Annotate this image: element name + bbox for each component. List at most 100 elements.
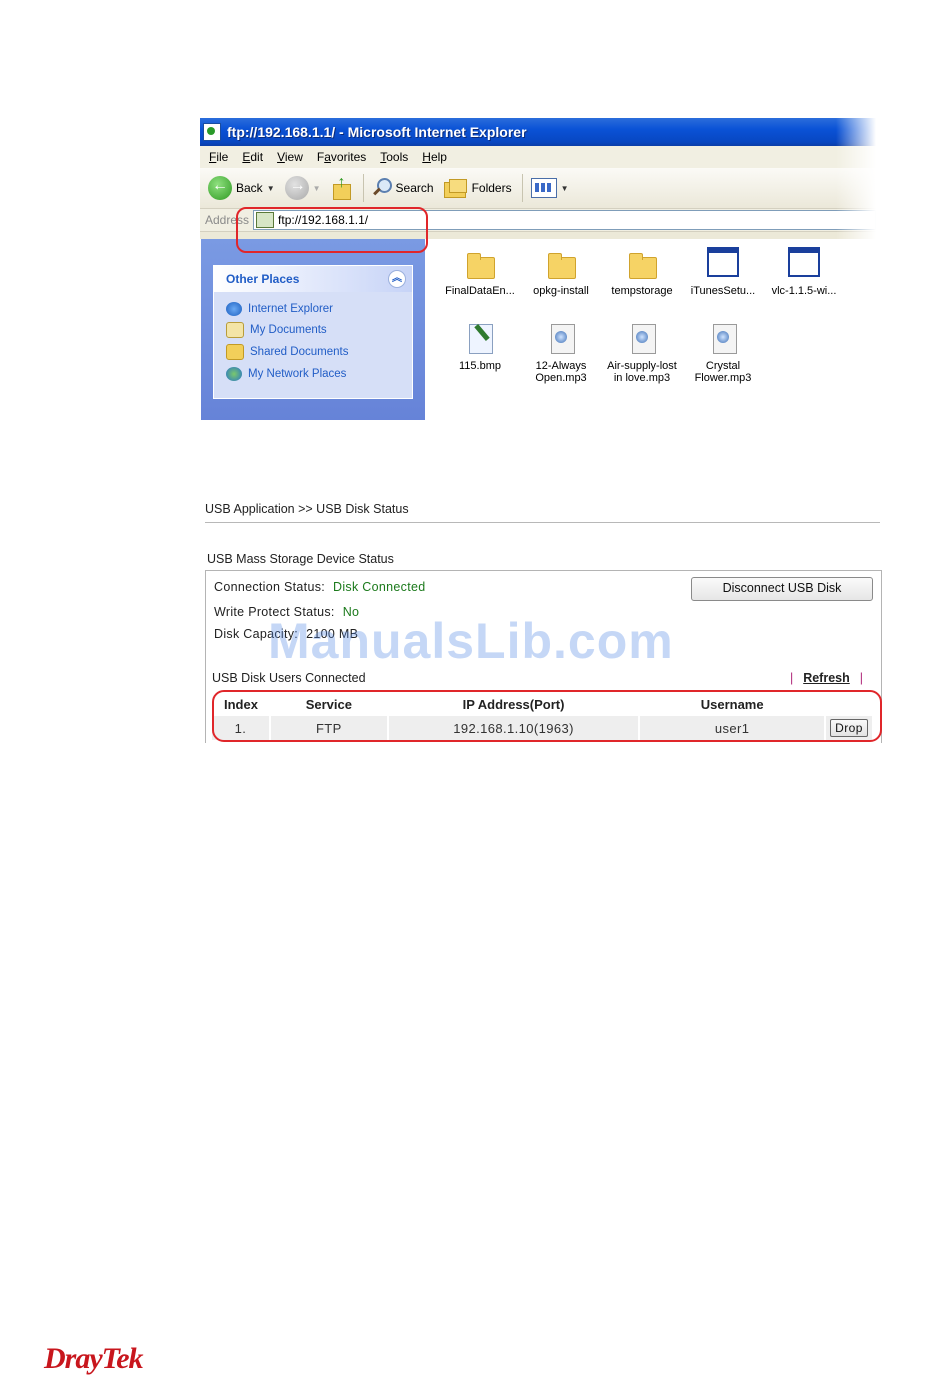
views-icon (530, 178, 557, 198)
file-name: Air-supply-lost in love.mp3 (607, 360, 677, 384)
file-name: vlc-1.1.5-wi... (771, 285, 837, 297)
place-label: Shared Documents (250, 345, 349, 358)
folders-icon (443, 178, 468, 198)
back-label: Back (236, 181, 263, 195)
explorer-content: Other Places ︽ Internet Explorer My Docu… (200, 239, 876, 420)
menu-file[interactable]: File (209, 150, 228, 164)
toolbar-separator (521, 174, 523, 202)
up-folder-icon (331, 174, 353, 200)
file-name: 115.bmp (459, 360, 501, 372)
disconnect-usb-button[interactable]: Disconnect USB Disk (691, 577, 873, 601)
file-item[interactable]: FinalDataEn... (440, 247, 520, 297)
folder-icon (463, 247, 497, 281)
search-icon (372, 178, 392, 198)
network-places-icon (226, 366, 242, 381)
menu-edit-rest: dit (250, 150, 264, 164)
search-button[interactable]: Search (372, 178, 434, 198)
search-label: Search (395, 181, 434, 195)
other-places-header[interactable]: Other Places ︽ (214, 266, 412, 292)
table-highlight (212, 690, 882, 742)
mp3-icon (544, 322, 578, 356)
menu-tools[interactable]: Tools (380, 150, 408, 164)
file-item[interactable]: Air-supply-lost in love.mp3 (602, 322, 682, 384)
file-item[interactable]: 12-Always Open.mp3 (521, 322, 601, 384)
mp3-icon (706, 322, 740, 356)
ftp-folder-icon (203, 123, 221, 141)
menu-view-rest: iew (284, 150, 303, 164)
connection-status-row: Connection Status: Disk Connected (214, 580, 425, 594)
file-item[interactable]: opkg-install (521, 247, 601, 297)
file-name: 12-Always Open.mp3 (535, 360, 587, 384)
refresh-separator: | (859, 671, 863, 685)
draytek-logo: DrayTek (44, 1342, 144, 1375)
back-dropdown-icon[interactable]: ▼ (267, 184, 275, 193)
place-shared-documents[interactable]: Shared Documents (226, 341, 412, 363)
folder-icon (625, 247, 659, 281)
menu-edit[interactable]: Edit (242, 150, 263, 164)
folders-label: Folders (471, 181, 512, 195)
file-name: tempstorage (611, 285, 673, 297)
place-label: My Documents (250, 324, 327, 337)
mp3-icon (625, 322, 659, 356)
up-button[interactable] (331, 174, 353, 200)
menu-help[interactable]: Help (422, 150, 447, 164)
other-places-title: Other Places (226, 272, 300, 286)
views-dropdown-icon: ▼ (560, 183, 569, 193)
refresh-area: | Refresh | (780, 671, 873, 685)
file-item[interactable]: 115.bmp (440, 322, 520, 372)
toolbar-separator (362, 174, 364, 202)
section-title: USB Mass Storage Device Status (207, 552, 394, 566)
address-highlight (236, 207, 428, 253)
place-label: My Network Places (248, 367, 347, 380)
place-label: Internet Explorer (248, 302, 334, 315)
users-title: USB Disk Users Connected (212, 671, 366, 685)
file-name: iTunesSetu... (690, 285, 756, 297)
divider (205, 522, 880, 523)
back-button[interactable]: Back ▼ (208, 176, 275, 200)
connection-status-label: Connection Status: (214, 580, 326, 594)
file-item[interactable]: tempstorage (602, 247, 682, 297)
window-title: ftp://192.168.1.1/ - Microsoft Internet … (227, 124, 527, 140)
forward-dropdown-icon[interactable]: ▼ (313, 184, 321, 193)
menu-file-rest: ile (216, 150, 229, 164)
shared-documents-icon (226, 343, 244, 360)
watermark: ManualsLib.com (268, 613, 674, 669)
file-item[interactable]: Crystal Flower.mp3 (683, 322, 763, 384)
place-my-documents[interactable]: My Documents (226, 320, 412, 342)
collapse-chevron-icon[interactable]: ︽ (388, 270, 406, 288)
my-documents-icon (226, 322, 244, 339)
menu-favorites-rest: vorites (330, 150, 367, 164)
internet-explorer-icon (226, 301, 242, 316)
connection-status-value: Disk Connected (333, 580, 426, 594)
forward-arrow-icon (284, 176, 309, 200)
file-name: Crystal Flower.mp3 (694, 360, 752, 384)
back-arrow-icon (208, 176, 232, 200)
breadcrumb: USB Application >> USB Disk Status (205, 502, 409, 516)
bmp-icon (463, 322, 497, 356)
task-pane: Other Places ︽ Internet Explorer My Docu… (201, 239, 425, 420)
file-name: opkg-install (533, 285, 589, 297)
folders-button[interactable]: Folders (443, 178, 512, 198)
other-places-panel: Other Places ︽ Internet Explorer My Docu… (213, 265, 413, 399)
refresh-separator: | (789, 671, 794, 685)
toolbar: Back ▼ ▼ Search Folders ▼ (200, 168, 876, 209)
file-item[interactable]: iTunesSetu... (683, 247, 763, 297)
views-button[interactable]: ▼ (530, 178, 569, 198)
menu-view[interactable]: View (277, 150, 303, 164)
edge-fade (836, 118, 876, 420)
file-name: FinalDataEn... (445, 285, 515, 297)
refresh-link[interactable]: Refresh (803, 671, 850, 685)
menu-help-rest: elp (430, 150, 447, 164)
menu-favorites[interactable]: Favorites (317, 150, 366, 164)
place-internet-explorer[interactable]: Internet Explorer (226, 298, 412, 320)
folder-icon (544, 247, 578, 281)
ie-window: ftp://192.168.1.1/ - Microsoft Internet … (200, 118, 876, 420)
menu-bar: File Edit View Favorites Tools Help (200, 146, 876, 168)
menu-tools-rest: ools (386, 150, 409, 164)
place-my-network-places[interactable]: My Network Places (226, 363, 412, 385)
forward-button[interactable]: ▼ (284, 176, 321, 200)
exe-icon (787, 247, 821, 281)
title-bar: ftp://192.168.1.1/ - Microsoft Internet … (200, 118, 876, 146)
file-list: FinalDataEn... opkg-install tempstorage … (440, 247, 860, 417)
file-item[interactable]: vlc-1.1.5-wi... (764, 247, 844, 297)
